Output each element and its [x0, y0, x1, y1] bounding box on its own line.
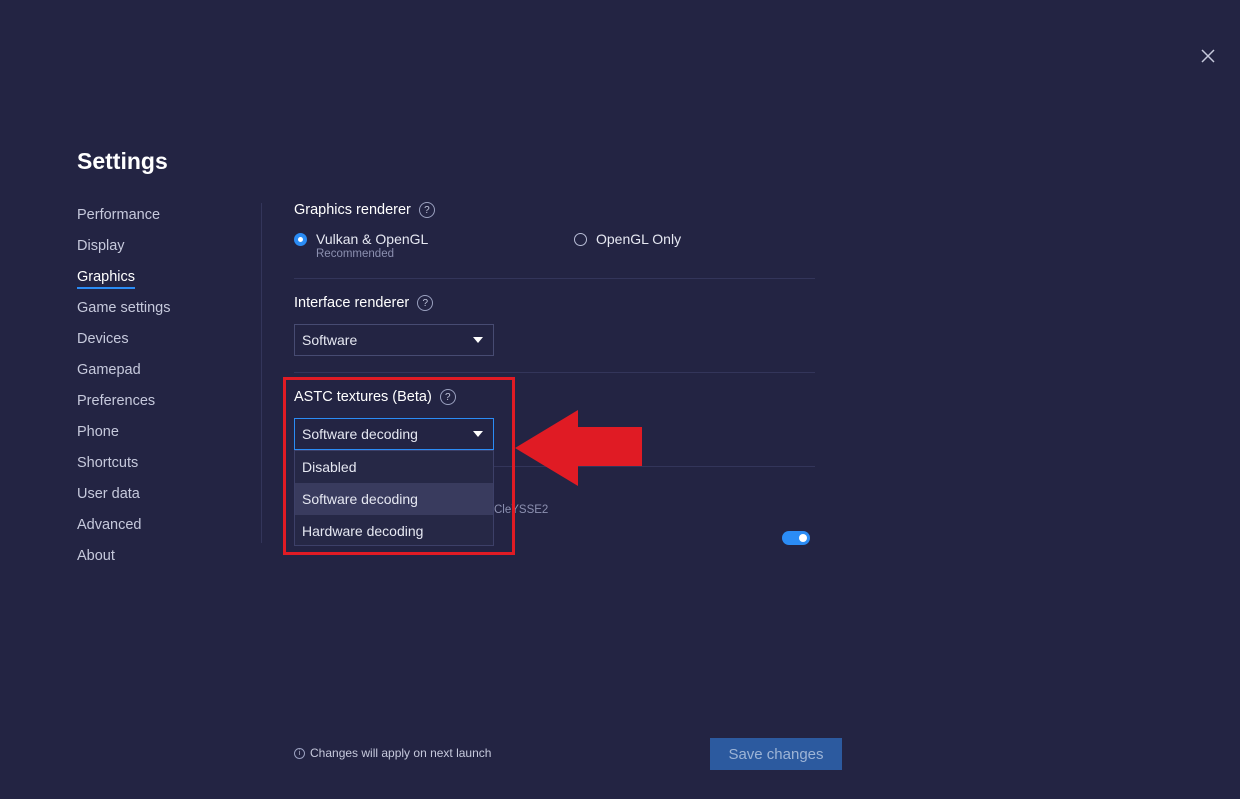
interface-renderer-select[interactable]: Software	[294, 324, 494, 356]
section-divider	[294, 278, 815, 279]
graphics-renderer-label: Graphics renderer	[294, 202, 411, 218]
interface-renderer-label: Interface renderer	[294, 295, 410, 311]
sidebar-item-label: Performance	[77, 207, 161, 223]
close-icon[interactable]	[1199, 47, 1217, 65]
sidebar-item-label: Phone	[77, 424, 119, 440]
help-icon[interactable]: ?	[417, 295, 434, 311]
sidebar-nav: Performance Display Graphics Game settin…	[77, 207, 171, 579]
recommended-label: Recommended	[316, 248, 394, 260]
sidebar-item-label: Display	[77, 238, 125, 254]
sidebar-item-devices[interactable]: Devices	[77, 331, 171, 362]
radio-vulkan-opengl[interactable]	[294, 233, 307, 246]
sidebar-item-phone[interactable]: Phone	[77, 424, 171, 455]
toggle-switch[interactable]	[782, 531, 810, 545]
page-title: Settings	[77, 148, 168, 174]
sidebar-divider	[261, 203, 262, 543]
interface-renderer-value: Software	[302, 332, 358, 348]
sidebar-item-about[interactable]: About	[77, 548, 171, 579]
sidebar-item-label: Shortcuts	[77, 455, 139, 471]
sidebar-item-label: Graphics	[77, 269, 136, 289]
sidebar-item-performance[interactable]: Performance	[77, 207, 171, 238]
caret-down-icon	[473, 337, 483, 343]
sidebar-item-display[interactable]: Display	[77, 238, 171, 269]
footer-note: i Changes will apply on next launch	[294, 746, 491, 760]
sidebar-item-user-data[interactable]: User data	[77, 486, 171, 517]
sidebar-item-preferences[interactable]: Preferences	[77, 393, 171, 424]
interface-renderer-heading: Interface renderer ?	[294, 295, 434, 311]
graphics-renderer-heading: Graphics renderer ?	[294, 202, 435, 218]
help-icon[interactable]: ?	[418, 202, 435, 218]
annotation-highlight-box	[283, 377, 515, 555]
sidebar-item-label: Game settings	[77, 300, 171, 316]
sidebar-item-label: Gamepad	[77, 362, 141, 378]
sidebar-item-shortcuts[interactable]: Shortcuts	[77, 455, 171, 486]
section-divider	[294, 372, 815, 373]
sidebar-item-graphics[interactable]: Graphics	[77, 269, 171, 300]
info-icon: i	[294, 747, 305, 759]
sidebar-item-label: Preferences	[77, 393, 156, 409]
sidebar-item-label: User data	[77, 486, 140, 502]
radio-opengl-only[interactable]	[574, 233, 587, 246]
sidebar-item-game-settings[interactable]: Game settings	[77, 300, 171, 331]
sidebar-item-advanced[interactable]: Advanced	[77, 517, 171, 548]
sidebar-item-label: Devices	[77, 331, 129, 347]
save-changes-button[interactable]: Save changes	[710, 738, 842, 770]
footer-note-text: Changes will apply on next launch	[310, 746, 492, 760]
radio-opengl-only-label[interactable]: OpenGL Only	[596, 231, 681, 247]
radio-vulkan-opengl-label[interactable]: Vulkan & OpenGL	[316, 231, 428, 247]
sidebar-item-label: About	[77, 548, 115, 564]
annotation-arrow-icon	[515, 410, 642, 486]
sidebar-item-label: Advanced	[77, 517, 142, 533]
sidebar-item-gamepad[interactable]: Gamepad	[77, 362, 171, 393]
